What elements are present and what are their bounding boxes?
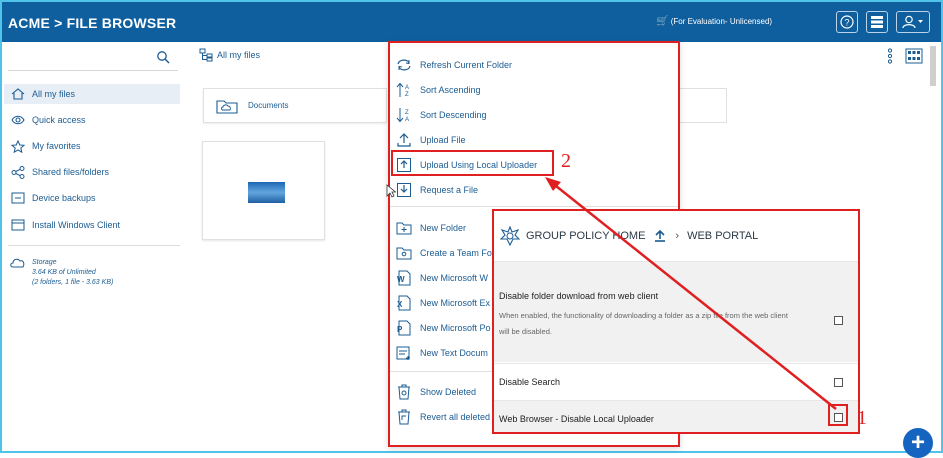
add-fab-button[interactable]: + [903,428,933,458]
mouse-cursor-icon [386,184,396,198]
callout-arrow [545,177,837,410]
